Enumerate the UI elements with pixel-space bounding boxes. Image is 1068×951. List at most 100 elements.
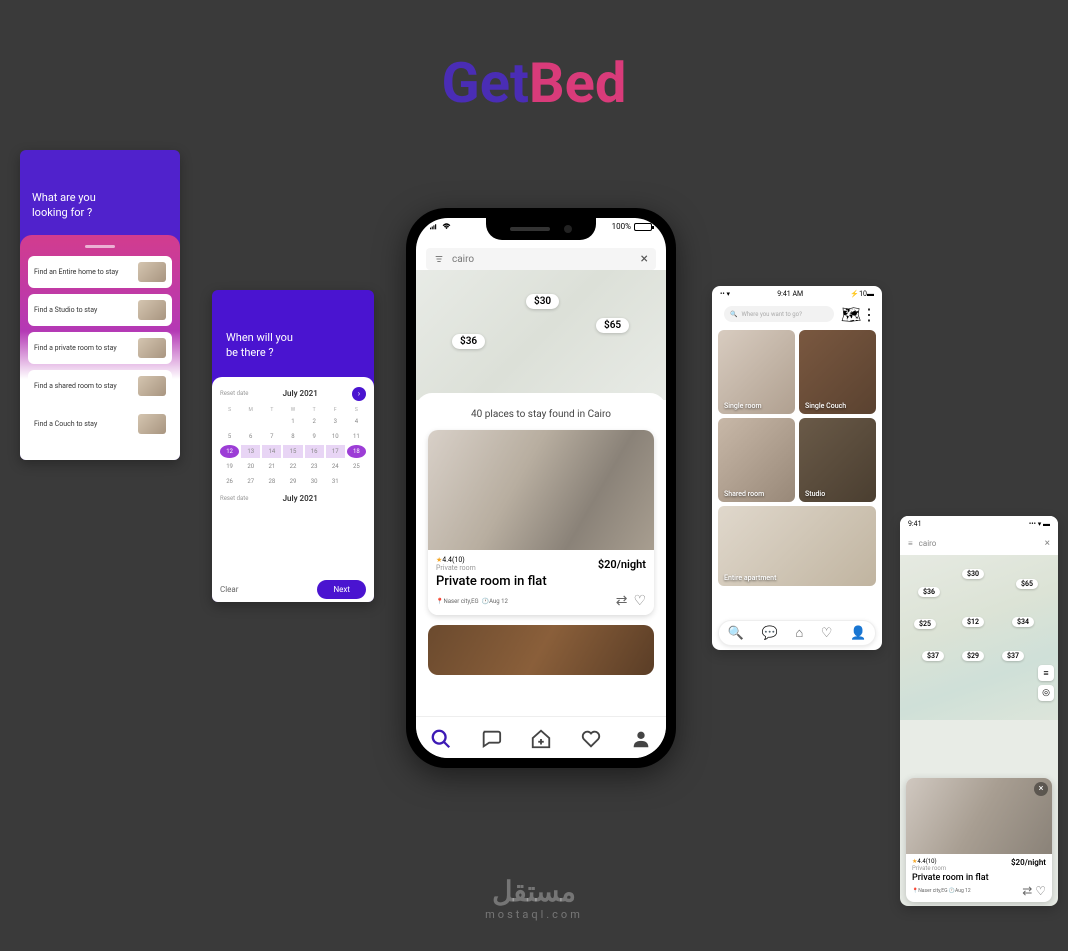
phone-mockup: 100% cairo × $30 $36 $65 40 places to st…	[406, 208, 676, 768]
map-pin[interactable]: $37	[1002, 651, 1024, 661]
category-entire-apartment[interactable]: Entire apartment	[718, 506, 876, 586]
month-label-2: July 2021	[283, 494, 318, 503]
tab-chat[interactable]: 💬	[762, 626, 778, 641]
category-single-room[interactable]: Single room	[718, 330, 795, 414]
status-signal	[430, 222, 451, 231]
signal-icon: •• ▾	[720, 290, 730, 298]
more-icon[interactable]: ⋮	[862, 307, 876, 321]
category-grid: Single room Single Couch Shared room Stu…	[712, 326, 882, 590]
listing-title: Private room in flat	[436, 574, 646, 589]
calendar-day-selected-start[interactable]: 12	[220, 445, 239, 458]
category-studio[interactable]: Studio	[799, 418, 876, 502]
tab-bar	[416, 716, 666, 758]
screen-map-detail: 9:41 ••• ▾ ▬ ≡ cairo × $30 $36 $65 $25 $…	[900, 516, 1058, 906]
brand-get: Get	[442, 50, 529, 116]
option-shared-room[interactable]: Find a shared room to stay	[28, 370, 172, 402]
map-pin[interactable]: $12	[962, 617, 984, 627]
category-shared-room[interactable]: Shared room	[718, 418, 795, 502]
reset-date-link[interactable]: Reset date	[220, 390, 248, 397]
map-pin[interactable]: $37	[922, 651, 944, 661]
battery-text: ⚡10▬	[850, 290, 874, 298]
heart-icon[interactable]: ♡	[633, 593, 646, 609]
search-value: cairo	[452, 254, 633, 265]
category-single-couch[interactable]: Single Couch	[799, 330, 876, 414]
results-count: 40 places to stay found in Cairo	[428, 409, 654, 420]
phone-notch	[486, 218, 596, 240]
listing-image	[428, 430, 654, 550]
layers-button[interactable]: ≡	[1038, 665, 1054, 681]
listing-card[interactable]: ★4.4(10)Private room $20/night Private r…	[428, 430, 654, 615]
search-input[interactable]: 🔍 Where you want to go?	[724, 306, 834, 322]
clear-search-icon[interactable]: ×	[641, 251, 648, 267]
option-thumb	[138, 338, 166, 358]
clock-icon: 🕐	[482, 598, 489, 605]
calendar-grid: SMTWTFS 1234 567891011 12131415161718 19…	[220, 407, 366, 488]
next-button[interactable]: Next	[317, 580, 366, 599]
map-price-pin[interactable]: $65	[596, 318, 629, 333]
option-private-room[interactable]: Find a private room to stay	[28, 332, 172, 364]
sheet-handle[interactable]	[85, 245, 115, 248]
search-placeholder: Where you want to go?	[741, 311, 801, 318]
map-pin[interactable]: $29	[962, 651, 984, 661]
close-card-icon[interactable]: ×	[1034, 782, 1048, 796]
screen2-heading: When will yoube there ?	[212, 290, 374, 377]
calendar-sheet: Reset date July 2021 › SMTWTFS 1234 5678…	[212, 377, 374, 602]
tab-profile[interactable]	[630, 725, 652, 750]
search-bar[interactable]: ≡ cairo ×	[900, 532, 1058, 555]
clear-button[interactable]: Clear	[220, 585, 238, 594]
swap-icon[interactable]: ⇄	[616, 593, 628, 609]
screen-calendar: When will yoube there ? Reset date July …	[212, 290, 374, 602]
search-icon: 🔍	[730, 311, 737, 318]
tab-chat[interactable]	[480, 725, 502, 750]
tab-favorites[interactable]: ♡	[821, 626, 833, 641]
status-icons: ••• ▾ ▬	[1029, 520, 1050, 528]
brand-title: GetBed	[0, 0, 1068, 116]
price-text: $20/night	[598, 558, 646, 571]
map-pin[interactable]: $25	[914, 619, 936, 629]
clear-icon[interactable]: ×	[1045, 538, 1050, 549]
map-price-pin[interactable]: $30	[526, 294, 559, 309]
heart-icon[interactable]: ♡	[1035, 884, 1046, 898]
map-pin[interactable]: $34	[1012, 617, 1034, 627]
listing-card-2[interactable]	[428, 625, 654, 675]
tab-search[interactable]	[430, 725, 452, 750]
option-entire-home[interactable]: Find an Entire home to stay	[28, 256, 172, 288]
listing-title: Private room in flat	[912, 873, 1046, 883]
tab-favorites[interactable]	[580, 725, 602, 750]
map-pin[interactable]: $36	[918, 587, 940, 597]
option-label: Find a Studio to stay	[34, 306, 97, 314]
calendar-day-selected-end[interactable]: 18	[347, 445, 366, 458]
screen1-heading: What are youlooking for ?	[20, 150, 180, 235]
screen1-sheet: Find an Entire home to stay Find a Studi…	[20, 235, 180, 460]
rating-text: 4.4(10)	[442, 556, 464, 564]
listing-card[interactable]: × ★4.4(10)Private room $20/night Private…	[906, 778, 1052, 902]
screen-grid: •• ▾ 9:41 AM ⚡10▬ 🔍 Where you want to go…	[712, 286, 882, 650]
results-sheet[interactable]: 40 places to stay found in Cairo ★4.4(10…	[416, 393, 666, 716]
option-couch[interactable]: Find a Couch to stay	[28, 408, 172, 440]
map-price-pin[interactable]: $36	[452, 334, 485, 349]
swap-icon[interactable]: ⇄	[1022, 884, 1032, 898]
month-label: July 2021	[283, 389, 318, 398]
next-month-button[interactable]: ›	[352, 387, 366, 401]
map-pin[interactable]: $65	[1016, 579, 1038, 589]
watermark: مستقل mostaql.com	[485, 875, 583, 921]
locate-button[interactable]: ◎	[1038, 685, 1054, 701]
brand-bed: Bed	[529, 50, 627, 116]
map-area[interactable]: $30 $36 $65 $25 $12 $34 $37 $29 $37 ≡ ◎	[900, 555, 1058, 720]
search-icon	[430, 728, 452, 750]
tab-bar: 🔍 💬 ⌂ ♡ 👤	[718, 620, 876, 646]
tab-profile[interactable]: 👤	[850, 626, 866, 641]
option-thumb	[138, 262, 166, 282]
reset-date-link-2[interactable]: Reset date	[220, 495, 248, 502]
tab-search[interactable]: 🔍	[728, 626, 744, 641]
time-text: 9:41	[908, 520, 922, 528]
tab-home[interactable]	[530, 725, 552, 750]
map-pin[interactable]: $30	[962, 569, 984, 579]
tab-home[interactable]: ⌂	[795, 625, 803, 641]
map-toggle-icon[interactable]: 🗺	[844, 307, 858, 321]
option-label: Find a Couch to stay	[34, 420, 97, 428]
search-bar[interactable]: cairo ×	[426, 248, 656, 270]
status-battery: 100%	[612, 222, 652, 231]
option-studio[interactable]: Find a Studio to stay	[28, 294, 172, 326]
map-area[interactable]: $30 $36 $65	[416, 270, 666, 400]
